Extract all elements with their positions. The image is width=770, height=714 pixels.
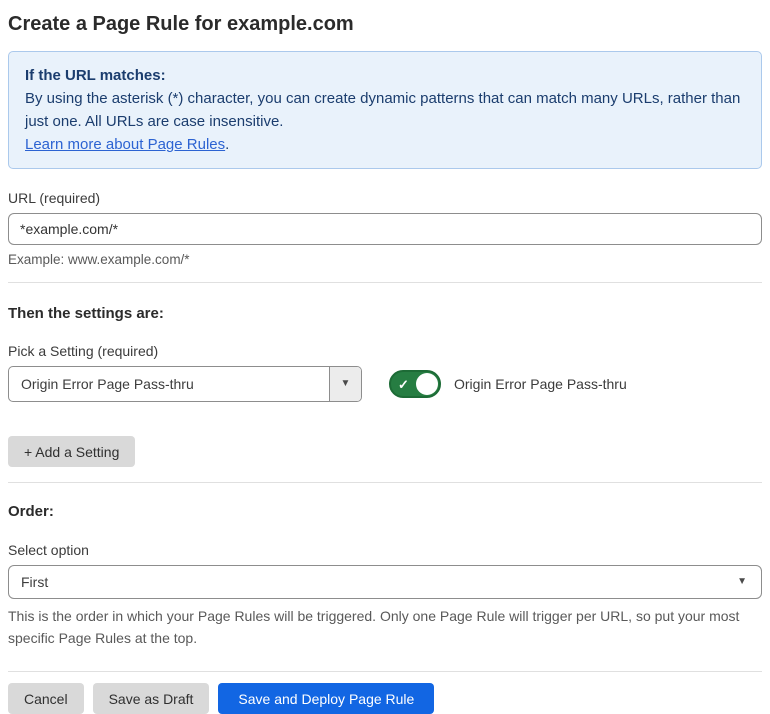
learn-more-link[interactable]: Learn more about Page Rules — [25, 136, 225, 153]
setting-toggle[interactable]: ✓ — [389, 370, 441, 398]
page-title: Create a Page Rule for example.com — [8, 13, 354, 35]
save-and-deploy-button[interactable]: Save and Deploy Page Rule — [218, 683, 435, 714]
order-select[interactable]: First ▼ — [8, 565, 762, 599]
setting-toggle-label: Origin Error Page Pass-thru — [454, 376, 627, 392]
divider — [8, 482, 762, 483]
divider — [8, 282, 762, 283]
order-select-label: Select option — [8, 542, 89, 558]
order-section-heading: Order: — [8, 503, 54, 520]
setting-dropdown[interactable]: Origin Error Page Pass-thru ▼ — [8, 366, 362, 402]
footer-buttons: Cancel Save as Draft Save and Deploy Pag… — [8, 683, 762, 714]
url-match-info-box: If the URL matches: By using the asteris… — [8, 51, 762, 169]
cancel-button[interactable]: Cancel — [8, 683, 84, 714]
chevron-down-icon: ▼ — [737, 576, 747, 587]
url-input[interactable] — [8, 213, 762, 245]
save-as-draft-button[interactable]: Save as Draft — [92, 683, 210, 714]
url-field-label: URL (required) — [8, 190, 101, 206]
toggle-knob — [416, 373, 438, 395]
url-example-helper: Example: www.example.com/* — [8, 252, 190, 267]
chevron-down-icon: ▼ — [340, 378, 351, 389]
setting-dropdown-value: Origin Error Page Pass-thru — [21, 376, 194, 392]
setting-row: Origin Error Page Pass-thru ▼ ✓ Origin E… — [8, 366, 762, 402]
order-helper-text: This is the order in which your Page Rul… — [8, 608, 740, 646]
pick-setting-label: Pick a Setting (required) — [8, 343, 159, 359]
divider — [8, 671, 762, 672]
info-box-heading: If the URL matches: — [25, 67, 166, 84]
check-icon: ✓ — [398, 376, 409, 392]
settings-section-heading: Then the settings are: — [8, 305, 164, 322]
setting-dropdown-arrow-button[interactable]: ▼ — [329, 367, 361, 401]
info-box-link-line: Learn more about Page Rules. — [25, 133, 745, 156]
order-select-value: First — [21, 574, 49, 590]
add-setting-button[interactable]: + Add a Setting — [8, 436, 136, 467]
info-box-body: By using the asterisk (*) character, you… — [25, 90, 741, 130]
link-suffix: . — [225, 136, 230, 153]
